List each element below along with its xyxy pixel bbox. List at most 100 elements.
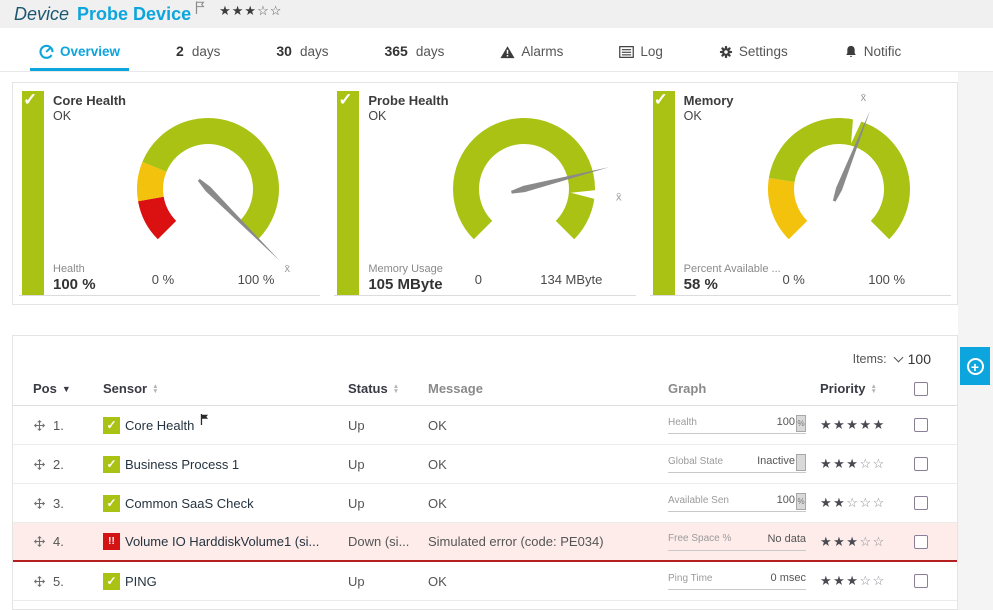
- tab-30-days[interactable]: 30days: [267, 43, 337, 71]
- status-ok-bar: ✓: [22, 91, 44, 295]
- tab-notifications[interactable]: Notific: [835, 44, 911, 71]
- sensor-message: Simulated error (code: PE034): [428, 534, 668, 549]
- sensor-name-link[interactable]: Core Health: [125, 418, 194, 433]
- object-type-label: Device: [14, 4, 69, 25]
- primary-channel: Memory Usage 105 MByte: [368, 263, 443, 293]
- priority-stars[interactable]: ★★★☆☆: [820, 456, 906, 472]
- gauge-status: OK: [684, 109, 702, 123]
- gauge-icon: [39, 44, 54, 59]
- column-header-sensor[interactable]: Sensor▲▼: [103, 381, 348, 396]
- priority-stars[interactable]: ★★★☆☆: [820, 573, 906, 589]
- gauge-status: OK: [53, 109, 71, 123]
- sort-desc-icon: ▼: [62, 384, 71, 394]
- sensor-name-link[interactable]: Common SaaS Check: [125, 496, 254, 511]
- channel-label: Percent Available ...: [684, 263, 781, 275]
- sensor-status-icon: ✓: [103, 495, 120, 512]
- add-sensor-button[interactable]: +: [960, 347, 990, 385]
- table-row[interactable]: 5. ✓ PING Up OK Ping Time 0 msec ★★★☆☆: [13, 562, 957, 601]
- move-handle-icon[interactable]: [33, 458, 46, 471]
- tab-365-days[interactable]: 365days: [375, 43, 453, 71]
- sensor-status-icon: ✓: [103, 417, 120, 434]
- gauge-panel-memory[interactable]: ✓ Memory OK x̄ 0 % 100 % Percent Availab…: [650, 91, 951, 296]
- page-title: Probe Device: [77, 4, 191, 25]
- row-checkbox[interactable]: [914, 418, 928, 432]
- table-row[interactable]: 1. ✓ Core Health Up OK Health 100 % ★★★★…: [13, 406, 957, 445]
- sensor-name-link[interactable]: Business Process 1: [125, 457, 239, 472]
- gauge-chart: x̄: [729, 101, 949, 261]
- plus-icon: +: [967, 358, 984, 375]
- tab-label: Notific: [864, 44, 902, 59]
- channel-value: 105 MByte: [368, 276, 443, 293]
- gauge-scale-max: 134 MByte: [526, 272, 616, 287]
- log-icon: [619, 46, 634, 58]
- gauge-handle-icon: [796, 454, 806, 471]
- gauge-panel-core-health[interactable]: ✓ Core Health OK x̄ 0 % 100 % Health 100…: [19, 91, 320, 296]
- gauge-title: Memory: [684, 93, 734, 108]
- column-header-priority[interactable]: Priority▲▼: [820, 381, 906, 396]
- gauge-scale-max: 100 %: [211, 272, 301, 287]
- check-icon: ✓: [338, 90, 352, 110]
- mini-graph-label: Ping Time: [668, 573, 771, 584]
- items-count-dropdown[interactable]: Items: 100: [13, 346, 957, 372]
- bell-icon: [844, 44, 858, 59]
- move-handle-icon[interactable]: [33, 575, 46, 588]
- mini-graph-value: No data: [767, 533, 806, 545]
- move-handle-icon[interactable]: [33, 497, 46, 510]
- mini-graph[interactable]: Available Sen 100 %: [668, 494, 806, 512]
- svg-text:x̄: x̄: [616, 191, 622, 203]
- sensor-name-link[interactable]: PING: [125, 574, 157, 589]
- row-checkbox[interactable]: [914, 574, 928, 588]
- priority-stars[interactable]: ★★★☆☆: [820, 534, 906, 550]
- sensor-message: OK: [428, 418, 668, 433]
- position-number: 3.: [53, 496, 64, 511]
- tab-settings[interactable]: Settings: [710, 44, 797, 71]
- tab-label: Settings: [739, 44, 788, 59]
- column-header-status[interactable]: Status▲▼: [348, 381, 428, 396]
- move-handle-icon[interactable]: [33, 419, 46, 432]
- mini-graph[interactable]: Free Space % No data: [668, 533, 806, 551]
- row-checkbox[interactable]: [914, 496, 928, 510]
- row-checkbox[interactable]: [914, 457, 928, 471]
- table-row[interactable]: 2. ✓ Business Process 1 Up OK Global Sta…: [13, 445, 957, 484]
- mini-graph[interactable]: Ping Time 0 msec: [668, 572, 806, 590]
- sensor-status: Up: [348, 457, 428, 472]
- alarm-icon: [500, 45, 515, 59]
- items-label: Items:: [853, 352, 887, 366]
- mini-graph[interactable]: Health 100 %: [668, 416, 806, 434]
- sensor-name-link[interactable]: Volume IO HarddiskVolume1 (si...: [125, 534, 319, 549]
- sensor-message: OK: [428, 574, 668, 589]
- position-number: 1.: [53, 418, 64, 433]
- tab-alarms[interactable]: Alarms: [491, 44, 572, 71]
- gauge-status: OK: [368, 109, 386, 123]
- primary-channel: Health 100 %: [53, 263, 96, 293]
- table-header-row: Pos▼ Sensor▲▼ Status▲▼ Message Graph Pri…: [13, 372, 957, 406]
- sensor-message: OK: [428, 496, 668, 511]
- tab-2-days[interactable]: 2days: [167, 43, 229, 71]
- primary-channel: Percent Available ... 58 %: [684, 263, 781, 293]
- sensor-status-icon: !!: [103, 533, 120, 550]
- table-row[interactable]: 4. !! Volume IO HarddiskVolume1 (si... D…: [13, 523, 957, 562]
- sensor-status: Up: [348, 574, 428, 589]
- mini-graph[interactable]: Global State Inactive: [668, 455, 806, 473]
- title-bar: Device Probe Device ★★★☆☆: [0, 0, 993, 28]
- mini-graph-label: Global State: [668, 456, 757, 467]
- table-row[interactable]: 3. ✓ Common SaaS Check Up OK Available S…: [13, 484, 957, 523]
- gauge-panel-probe-health[interactable]: ✓ Probe Health OK x̄ 0 134 MByte Memory …: [334, 91, 635, 296]
- gauges-card: ✓ Core Health OK x̄ 0 % 100 % Health 100…: [12, 82, 958, 305]
- favorite-flag-icon: [200, 412, 209, 430]
- tab-log[interactable]: Log: [610, 44, 672, 71]
- priority-stars[interactable]: ★★☆☆☆: [820, 495, 906, 511]
- sensor-status-icon: ✓: [103, 573, 120, 590]
- tab-overview[interactable]: Overview: [30, 44, 129, 71]
- priority-stars[interactable]: ★★★★★: [820, 417, 906, 433]
- rating-stars[interactable]: ★★★☆☆: [219, 3, 282, 19]
- select-all-checkbox[interactable]: [914, 382, 928, 396]
- column-header-message: Message: [428, 381, 668, 396]
- row-checkbox[interactable]: [914, 535, 928, 549]
- move-handle-icon[interactable]: [33, 535, 46, 548]
- gauge-scale-max: 100 %: [842, 272, 932, 287]
- column-header-pos[interactable]: Pos▼: [33, 381, 103, 396]
- mini-graph-label: Free Space %: [668, 533, 767, 544]
- items-value: 100: [908, 351, 931, 367]
- chevron-down-icon: [893, 353, 903, 363]
